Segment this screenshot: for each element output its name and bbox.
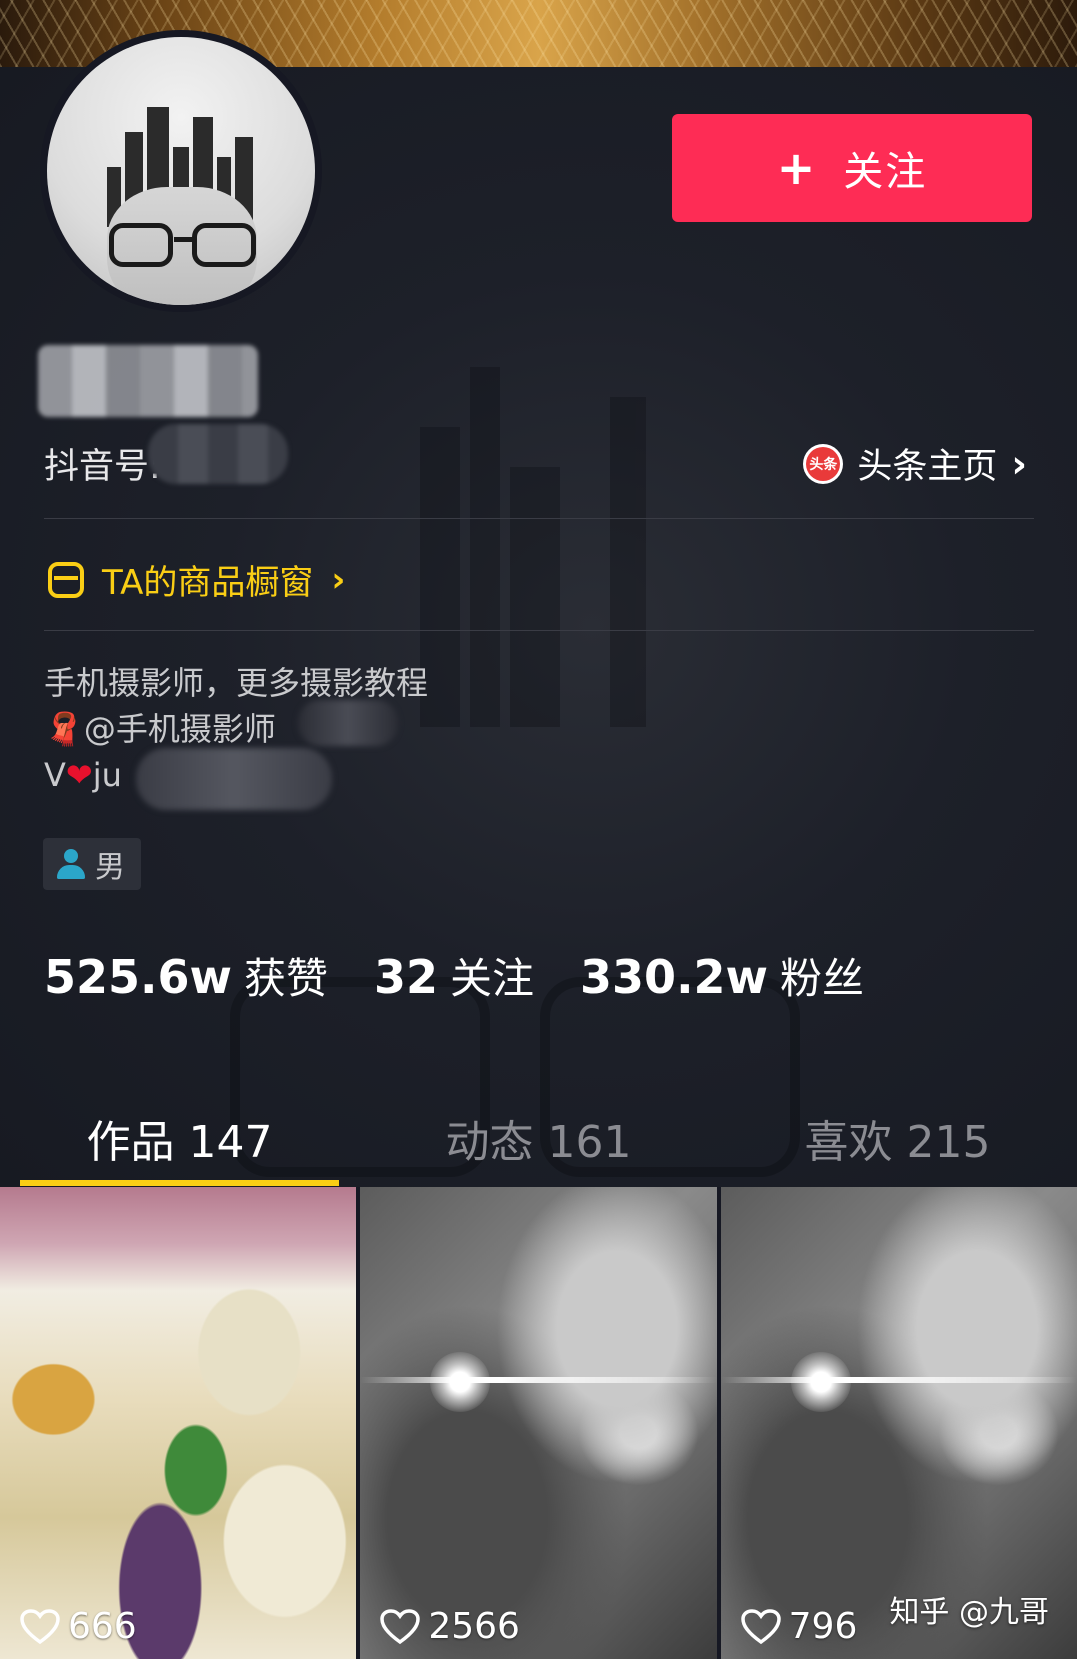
stat-likes[interactable]: 525.6w 获赞 xyxy=(44,945,328,1006)
stat-following[interactable]: 32 关注 xyxy=(374,945,534,1006)
product-showcase-link[interactable]: TA的商品橱窗 › xyxy=(48,555,345,604)
tab-likes[interactable]: 喜欢 215 xyxy=(718,1090,1077,1186)
scarf-emoji-icon: 🧣 xyxy=(44,710,84,748)
heart-outline-icon xyxy=(740,1608,781,1644)
follow-button[interactable]: + 关注 xyxy=(672,114,1032,222)
profile-stats: 525.6w 获赞 32 关注 330.2w 粉丝 xyxy=(44,945,864,1006)
avatar[interactable] xyxy=(40,30,322,312)
tab-works[interactable]: 作品 147 xyxy=(0,1090,359,1186)
douyin-id-redacted xyxy=(148,424,288,484)
red-heart-icon: ❤ xyxy=(65,756,93,794)
zhihu-watermark: 知乎 @九哥 xyxy=(889,1595,1049,1630)
chevron-right-icon: › xyxy=(1011,441,1027,486)
video-thumbnail[interactable]: 796 知乎 @九哥 xyxy=(720,1187,1077,1659)
gender-badge: 男 xyxy=(43,838,141,890)
like-count: 2566 xyxy=(380,1606,520,1647)
like-count: 666 xyxy=(20,1606,137,1647)
video-thumbnail[interactable]: 2566 xyxy=(360,1187,717,1659)
follow-button-label: 关注 xyxy=(843,149,928,195)
tab-dynamics[interactable]: 动态 161 xyxy=(359,1090,718,1186)
video-grid: 666 2566 796 知乎 @九哥 xyxy=(0,1187,1077,1659)
divider xyxy=(44,518,1034,519)
divider xyxy=(44,630,1034,631)
bio-redacted xyxy=(136,748,332,810)
toutiao-homepage-link[interactable]: 头条 头条主页 › xyxy=(803,438,1027,489)
plus-icon: + xyxy=(776,141,816,195)
toutiao-logo-icon: 头条 xyxy=(803,443,844,484)
douyin-id: 抖音号: xyxy=(44,447,161,487)
heart-outline-icon xyxy=(20,1608,60,1644)
username-redacted xyxy=(38,345,258,417)
toutiao-label: 头条主页 xyxy=(857,447,998,487)
shop-bag-icon xyxy=(48,561,84,598)
video-thumbnail[interactable]: 666 xyxy=(0,1187,357,1659)
chevron-right-icon: › xyxy=(331,559,346,600)
stat-followers[interactable]: 330.2w 粉丝 xyxy=(580,945,864,1006)
like-count: 796 xyxy=(740,1606,857,1647)
bio-redacted xyxy=(298,700,398,746)
heart-outline-icon xyxy=(380,1608,421,1644)
profile-tabs: 作品 147 动态 161 喜欢 215 xyxy=(0,1090,1077,1186)
person-icon xyxy=(57,849,85,879)
shop-label: TA的商品橱窗 xyxy=(102,563,314,603)
